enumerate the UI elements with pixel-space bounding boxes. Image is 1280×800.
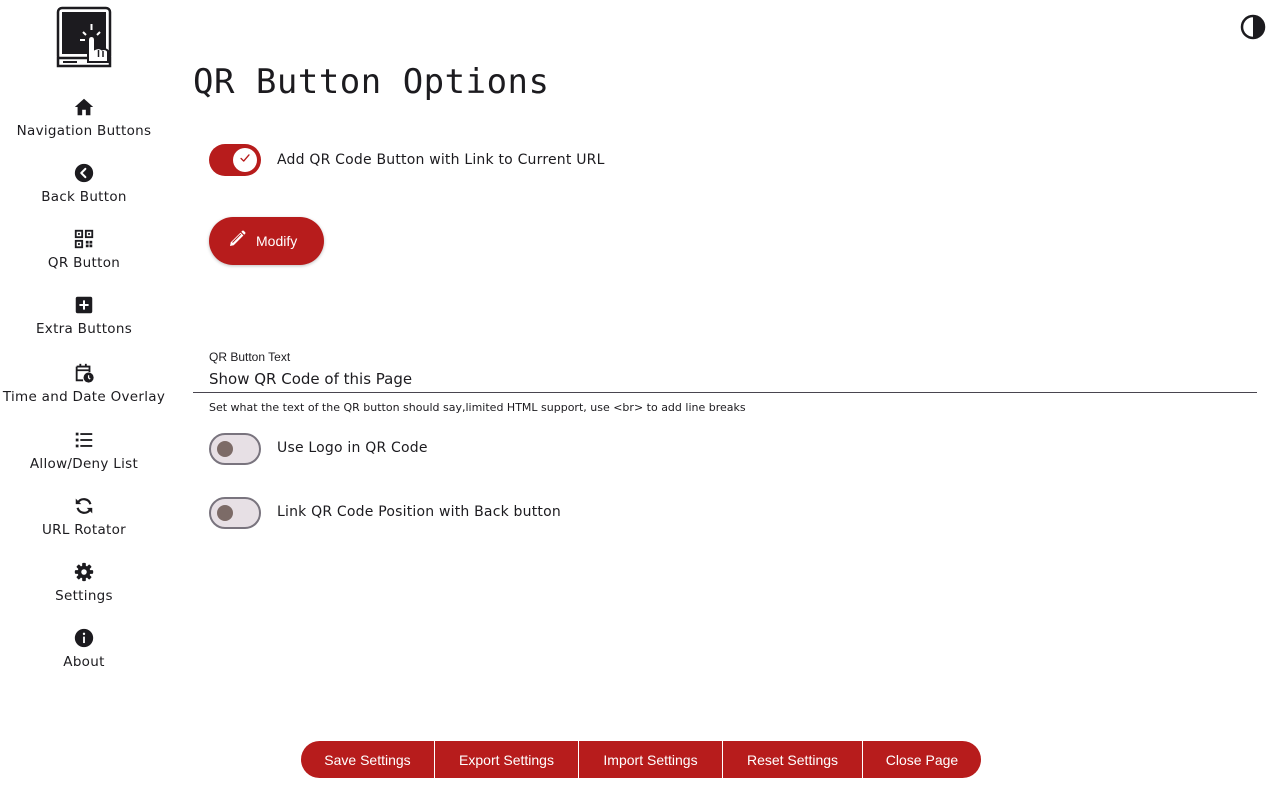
modify-button[interactable]: Modify <box>209 217 324 265</box>
qr-button-text-input[interactable] <box>193 365 1257 393</box>
add-box-icon <box>73 294 95 316</box>
sidebar-item-label: Navigation Buttons <box>16 123 152 139</box>
list-icon <box>73 429 95 451</box>
close-page-button[interactable]: Close Page <box>863 741 981 778</box>
sidebar-item-back-button[interactable]: Back Button <box>0 162 168 205</box>
sidebar-item-label: Extra Buttons <box>35 321 133 337</box>
qr-button-text-helper: Set what the text of the QR button shoul… <box>209 401 746 414</box>
sidebar-item-label: QR Button <box>47 255 121 271</box>
page-title: QR Button Options <box>193 62 550 102</box>
sidebar-item-label: URL Rotator <box>41 522 127 538</box>
info-icon <box>73 627 95 649</box>
sidebar-item-url-rotator[interactable]: URL Rotator <box>0 495 168 538</box>
export-settings-button[interactable]: Export Settings <box>435 741 579 778</box>
sidebar-item-label: About <box>63 654 105 670</box>
qr-code-button-switch-label: Add QR Code Button with Link to Current … <box>277 152 605 168</box>
qr-button-text-label: QR Button Text <box>209 350 291 364</box>
sidebar-item-qr-button[interactable]: QR Button <box>0 228 168 271</box>
qr-code-button-switch[interactable] <box>209 144 261 176</box>
home-icon <box>73 96 95 118</box>
sidebar-item-label: Back Button <box>41 189 127 205</box>
pencil-icon <box>227 229 247 254</box>
sidebar-item-extra-buttons[interactable]: Extra Buttons <box>0 294 168 337</box>
theme-toggle-button[interactable] <box>1240 14 1266 40</box>
sidebar-item-settings[interactable]: Settings <box>0 561 168 604</box>
check-icon <box>238 151 252 170</box>
reset-settings-button[interactable]: Reset Settings <box>723 741 863 778</box>
sidebar-item-label: Settings <box>55 588 113 604</box>
link-position-switch-label: Link QR Code Position with Back button <box>277 504 561 520</box>
use-logo-switch[interactable] <box>209 433 261 465</box>
sidebar-item-about[interactable]: About <box>0 627 168 670</box>
touchscreen-kiosk-icon <box>55 6 113 70</box>
gear-icon <box>73 561 95 583</box>
sidebar-item-navigation-buttons[interactable]: Navigation Buttons <box>0 96 168 139</box>
use-logo-switch-label: Use Logo in QR Code <box>277 440 428 456</box>
footer-button-group: Save Settings Export Settings Import Set… <box>301 741 981 778</box>
sidebar-item-time-date-overlay[interactable]: Time and Date Overlay <box>0 362 168 405</box>
sidebar: Navigation Buttons Back Button QR Button <box>0 0 168 800</box>
sidebar-item-label: Allow/Deny List <box>29 456 139 472</box>
link-position-switch[interactable] <box>209 497 261 529</box>
back-circle-icon <box>73 162 95 184</box>
qr-code-icon <box>73 228 95 250</box>
contrast-icon <box>1240 14 1266 44</box>
calendar-clock-icon <box>73 362 95 384</box>
import-settings-button[interactable]: Import Settings <box>579 741 723 778</box>
rotate-icon <box>73 495 95 517</box>
save-settings-button[interactable]: Save Settings <box>301 741 435 778</box>
sidebar-item-label: Time and Date Overlay <box>2 389 166 405</box>
modify-button-label: Modify <box>256 233 298 249</box>
sidebar-item-allow-deny-list[interactable]: Allow/Deny List <box>0 429 168 472</box>
